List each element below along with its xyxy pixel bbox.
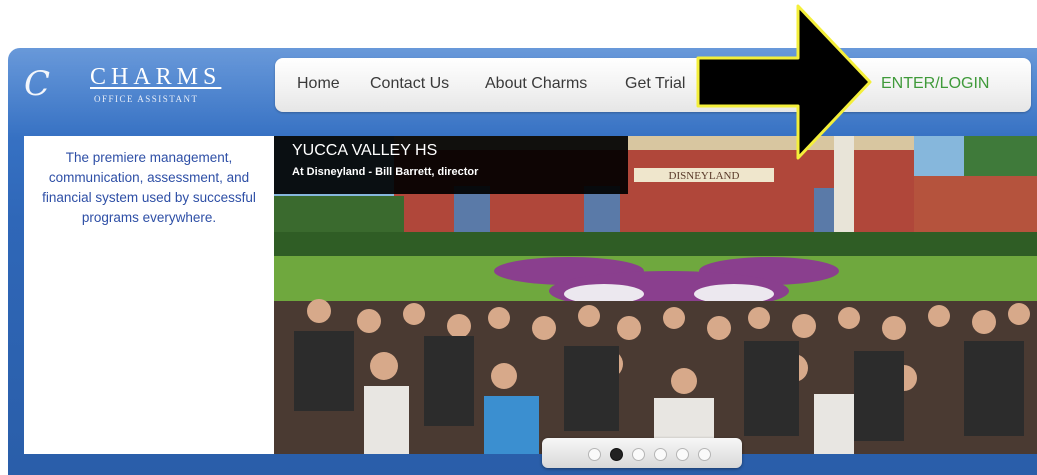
logo-name: CHARMS [90, 64, 222, 90]
slide-dot-5[interactable] [676, 448, 689, 461]
nav-home[interactable]: Home [297, 75, 340, 93]
nav-enter-login[interactable]: ENTER/LOGIN [881, 75, 989, 93]
slide-dot-1[interactable] [588, 448, 601, 461]
main-nav: Home Contact Us About Charms Get Trial E… [275, 58, 1031, 112]
charms-logo[interactable]: C CHARMS OFFICE ASSISTANT [18, 62, 258, 112]
tagline-text: The premiere management, communication, … [42, 150, 256, 225]
tagline-panel: The premiere management, communication, … [24, 136, 274, 454]
slide-dot-3[interactable] [632, 448, 645, 461]
slide-caption: YUCCA VALLEY HS At Disneyland - Bill Bar… [274, 136, 628, 194]
nav-get-trial[interactable]: Get Trial [625, 75, 685, 93]
caption-subtitle: At Disneyland - Bill Barrett, director [292, 166, 479, 178]
caption-title: YUCCA VALLEY HS [292, 142, 438, 159]
nav-contact-us[interactable]: Contact Us [370, 75, 449, 93]
nav-about-charms[interactable]: About Charms [485, 75, 587, 93]
logo-subtitle: OFFICE ASSISTANT [94, 94, 199, 104]
photo-slideshow[interactable]: DISNEYLAND YUCCA VALLEY HS At Disneyland… [274, 136, 1037, 454]
station-sign: DISNEYLAND [669, 170, 740, 182]
slide-dot-6[interactable] [698, 448, 711, 461]
arrow-right-icon [696, 4, 872, 160]
slide-dot-4[interactable] [654, 448, 667, 461]
logo-mark: C [24, 64, 51, 104]
slide-dot-2[interactable] [610, 448, 623, 461]
slide-pager [542, 438, 742, 468]
